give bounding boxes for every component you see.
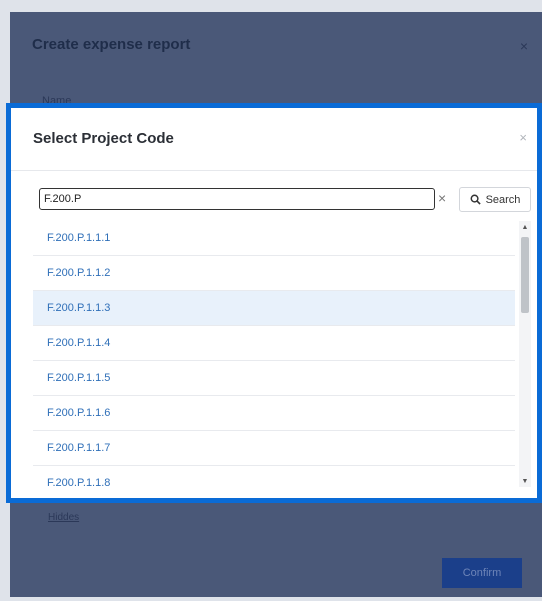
background-link: Hiddes	[48, 512, 80, 523]
background-dialog-title: Create expense report	[32, 36, 191, 53]
select-project-code-dialog: Select Project Code × × Search F.200.P.1…	[6, 103, 542, 503]
list-item[interactable]: F.200.P.1.1.5	[33, 361, 515, 396]
confirm-button: Confirm	[442, 558, 522, 588]
list-item-label: F.200.P.1.1.2	[47, 267, 111, 279]
scroll-up-icon[interactable]: ▲	[519, 221, 531, 233]
list-item[interactable]: F.200.P.1.1.8	[33, 466, 515, 487]
search-button[interactable]: Search	[459, 187, 531, 212]
list-item-label: F.200.P.1.1.7	[47, 442, 111, 454]
close-icon[interactable]: ×	[519, 130, 527, 145]
scrollbar-thumb[interactable]	[521, 237, 529, 313]
list-item[interactable]: F.200.P.1.1.7	[33, 431, 515, 466]
list-item[interactable]: F.200.P.1.1.1	[33, 221, 515, 256]
list-item-selected[interactable]: F.200.P.1.1.3	[33, 291, 515, 326]
clear-icon[interactable]: ×	[438, 190, 446, 206]
search-icon	[470, 194, 481, 205]
scroll-down-icon[interactable]: ▼	[519, 475, 531, 487]
list-item-label: F.200.P.1.1.6	[47, 407, 111, 419]
dialog-title: Select Project Code	[33, 130, 174, 147]
background-close-icon: ×	[519, 38, 528, 54]
list-item[interactable]: F.200.P.1.1.6	[33, 396, 515, 431]
list-item[interactable]: F.200.P.1.1.2	[33, 256, 515, 291]
list-item-label: F.200.P.1.1.5	[47, 372, 111, 384]
dialog-header: Select Project Code ×	[11, 108, 537, 171]
list-item-label: F.200.P.1.1.8	[47, 477, 111, 487]
search-button-label: Search	[485, 193, 521, 206]
list-item-label: F.200.P.1.1.3	[47, 302, 111, 314]
project-code-list: F.200.P.1.1.1 F.200.P.1.1.2 F.200.P.1.1.…	[33, 221, 515, 487]
list-scrollbar[interactable]: ▲ ▼	[519, 221, 531, 487]
list-item-label: F.200.P.1.1.1	[47, 232, 111, 244]
project-code-search-input[interactable]	[39, 188, 435, 210]
list-item[interactable]: F.200.P.1.1.4	[33, 326, 515, 361]
list-item-label: F.200.P.1.1.4	[47, 337, 111, 349]
